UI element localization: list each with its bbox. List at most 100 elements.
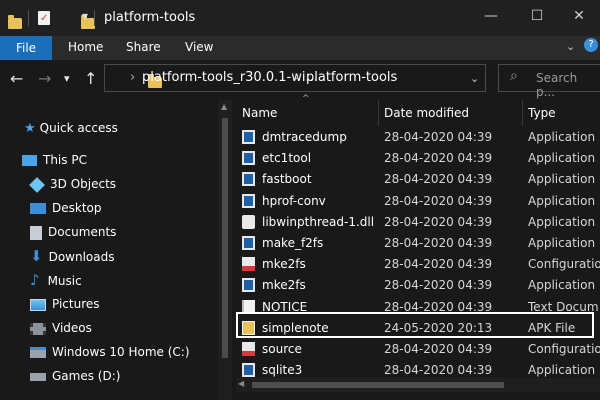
table-row[interactable]: hprof-conv 28-04-2020 04:39 Application (236, 190, 600, 212)
file-date: 28-04-2020 04:39 (384, 214, 493, 229)
file-type: Application (528, 236, 596, 250)
file-name: source (262, 342, 302, 356)
selection-highlight-box (236, 312, 594, 338)
config-icon (242, 257, 255, 272)
document-icon (30, 225, 42, 240)
table-row[interactable]: fastboot 28-04-2020 04:39 Application (236, 168, 600, 190)
dll-icon (242, 214, 255, 229)
search-placeholder: Search p... (536, 71, 578, 99)
file-type: Configuratio (528, 257, 600, 272)
nav-item-videos[interactable]: Videos (0, 316, 218, 340)
file-date: 28-04-2020 04:39 (384, 236, 493, 250)
breadcrumb-item[interactable]: platform-tools (306, 70, 397, 85)
column-divider[interactable] (522, 100, 523, 126)
column-divider[interactable] (378, 100, 379, 126)
file-type: Application (528, 151, 596, 166)
recent-locations-icon[interactable]: ▾ (64, 72, 70, 85)
nav-item-3d-objects[interactable]: 3D Objects (0, 172, 218, 196)
maximize-button[interactable]: ☐ (514, 8, 560, 24)
nav-item-music[interactable]: ♪ Music (0, 268, 218, 292)
table-row[interactable]: mke2fs 28-04-2020 04:39 Configuratio (236, 253, 600, 275)
search-icon: ⌕ (510, 68, 518, 84)
nav-item-this-pc[interactable]: This PC (0, 148, 218, 172)
address-history-icon[interactable]: ⌄ (470, 72, 479, 85)
column-header-type[interactable]: Type (528, 100, 556, 126)
tab-share[interactable]: Share (126, 40, 161, 54)
nav-item-drive-c[interactable]: Windows 10 Home (C:) (0, 340, 218, 364)
file-type: Application (528, 172, 596, 187)
file-name: etc1tool (262, 151, 312, 166)
nav-item-quick-access[interactable]: ★ Quick access (0, 116, 218, 140)
divider (28, 10, 29, 26)
video-icon (30, 322, 46, 335)
cube-icon (29, 176, 45, 193)
breadcrumb-item[interactable]: platform-tools_r30.0.1-wi... (142, 70, 318, 85)
exe-icon (242, 172, 255, 187)
table-row[interactable]: make_f2fs 28-04-2020 04:39 Application (236, 232, 600, 254)
nav-list: ★ Quick access This PC 3D Objects Desktop… (0, 116, 218, 388)
tab-file[interactable]: File (0, 36, 52, 60)
column-header-date[interactable]: Date modified (384, 100, 469, 126)
column-header-name[interactable]: Name (242, 100, 277, 126)
table-row[interactable]: etc1tool 28-04-2020 04:39 Application (236, 147, 600, 169)
back-arrow-icon[interactable]: ← (10, 69, 23, 88)
tab-view[interactable]: View (185, 40, 213, 54)
exe-icon (242, 130, 255, 144)
chevron-down-icon[interactable]: ⌄ (566, 40, 575, 53)
file-name: hprof-conv (262, 193, 326, 208)
nav-item-pictures[interactable]: Pictures (0, 292, 218, 316)
file-date: 28-04-2020 04:39 (384, 278, 493, 293)
table-row[interactable]: dmtracedump 28-04-2020 04:39 Application (236, 126, 600, 148)
file-date: 28-04-2020 04:39 (384, 130, 493, 144)
customize-toolbar-icon[interactable]: ▾ (82, 9, 88, 23)
file-type: Configuratio (528, 342, 600, 356)
nav-item-downloads[interactable]: ⬇ Downloads (0, 244, 218, 268)
table-row[interactable]: libwinpthread-1.dll 28-04-2020 04:39 Appli… (236, 211, 600, 233)
file-type: Application (528, 193, 596, 208)
file-date: 28-04-2020 04:39 (384, 342, 493, 356)
exe-icon (242, 278, 255, 293)
drive-icon (30, 372, 46, 381)
file-name: dmtracedump (262, 130, 347, 144)
close-button[interactable]: ✕ (556, 8, 600, 24)
nav-item-documents[interactable]: Documents (0, 220, 218, 244)
star-icon: ★ (24, 121, 36, 136)
scroll-left-icon[interactable]: ◀ (238, 379, 244, 388)
music-icon: ♪ (30, 271, 40, 289)
picture-icon (30, 298, 46, 311)
file-name: make_f2fs (262, 236, 324, 250)
nav-scrollbar-thumb[interactable] (222, 118, 228, 358)
forward-arrow-icon[interactable]: → (38, 69, 51, 88)
horizontal-scrollbar-thumb[interactable] (252, 382, 504, 388)
download-icon: ⬇ (30, 247, 43, 265)
table-row[interactable]: mke2fs 28-04-2020 04:39 Application (236, 274, 600, 296)
divider (94, 10, 95, 26)
file-date: 28-04-2020 04:39 (384, 172, 493, 187)
help-icon[interactable]: ? (584, 38, 598, 52)
file-name: mke2fs (262, 257, 306, 272)
desktop-icon (30, 203, 46, 214)
scroll-up-icon[interactable]: ▲ (221, 102, 227, 111)
drive-icon (30, 347, 46, 358)
file-date: 28-04-2020 04:39 (384, 193, 493, 208)
up-arrow-icon[interactable]: ↑ (84, 69, 97, 88)
exe-icon (242, 193, 255, 208)
table-row[interactable]: source 28-04-2020 04:39 Configuratio (236, 338, 600, 360)
minimize-button[interactable]: — (468, 8, 514, 24)
exe-icon (242, 363, 255, 378)
folder-icon[interactable] (8, 15, 22, 29)
exe-icon (242, 151, 255, 166)
file-type: Application (528, 214, 596, 229)
file-name: libwinpthread-1.dll (262, 214, 375, 229)
config-icon (242, 342, 255, 356)
properties-icon[interactable]: ✓ (38, 11, 50, 25)
file-name: mke2fs (262, 278, 306, 293)
computer-icon (22, 155, 37, 166)
file-date: 28-04-2020 04:39 (384, 257, 493, 272)
nav-item-drive-d[interactable]: Games (D:) (0, 364, 218, 388)
nav-item-desktop[interactable]: Desktop (0, 196, 218, 220)
file-type: Application (528, 130, 596, 144)
file-type: Application (528, 278, 596, 293)
tab-home[interactable]: Home (68, 40, 103, 54)
file-date: 28-04-2020 04:39 (384, 151, 493, 166)
